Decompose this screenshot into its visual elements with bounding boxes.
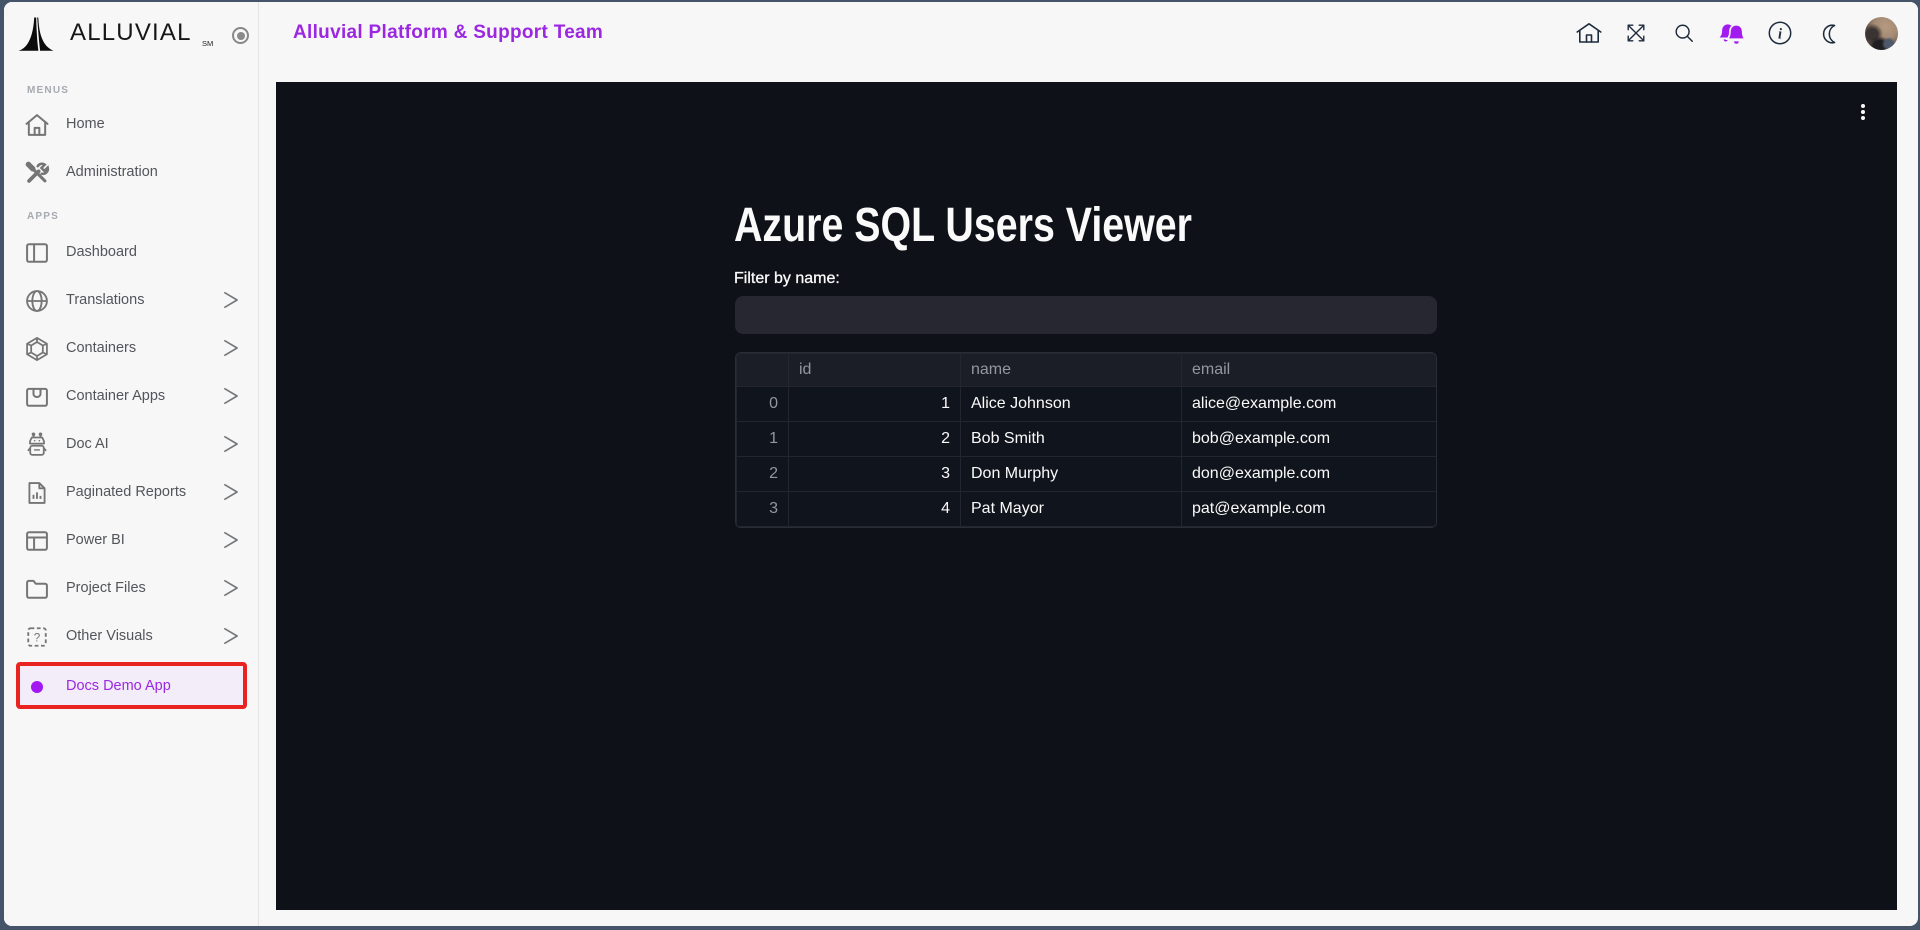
svg-text:i: i [1778,26,1782,42]
svg-text:?: ? [34,632,41,645]
